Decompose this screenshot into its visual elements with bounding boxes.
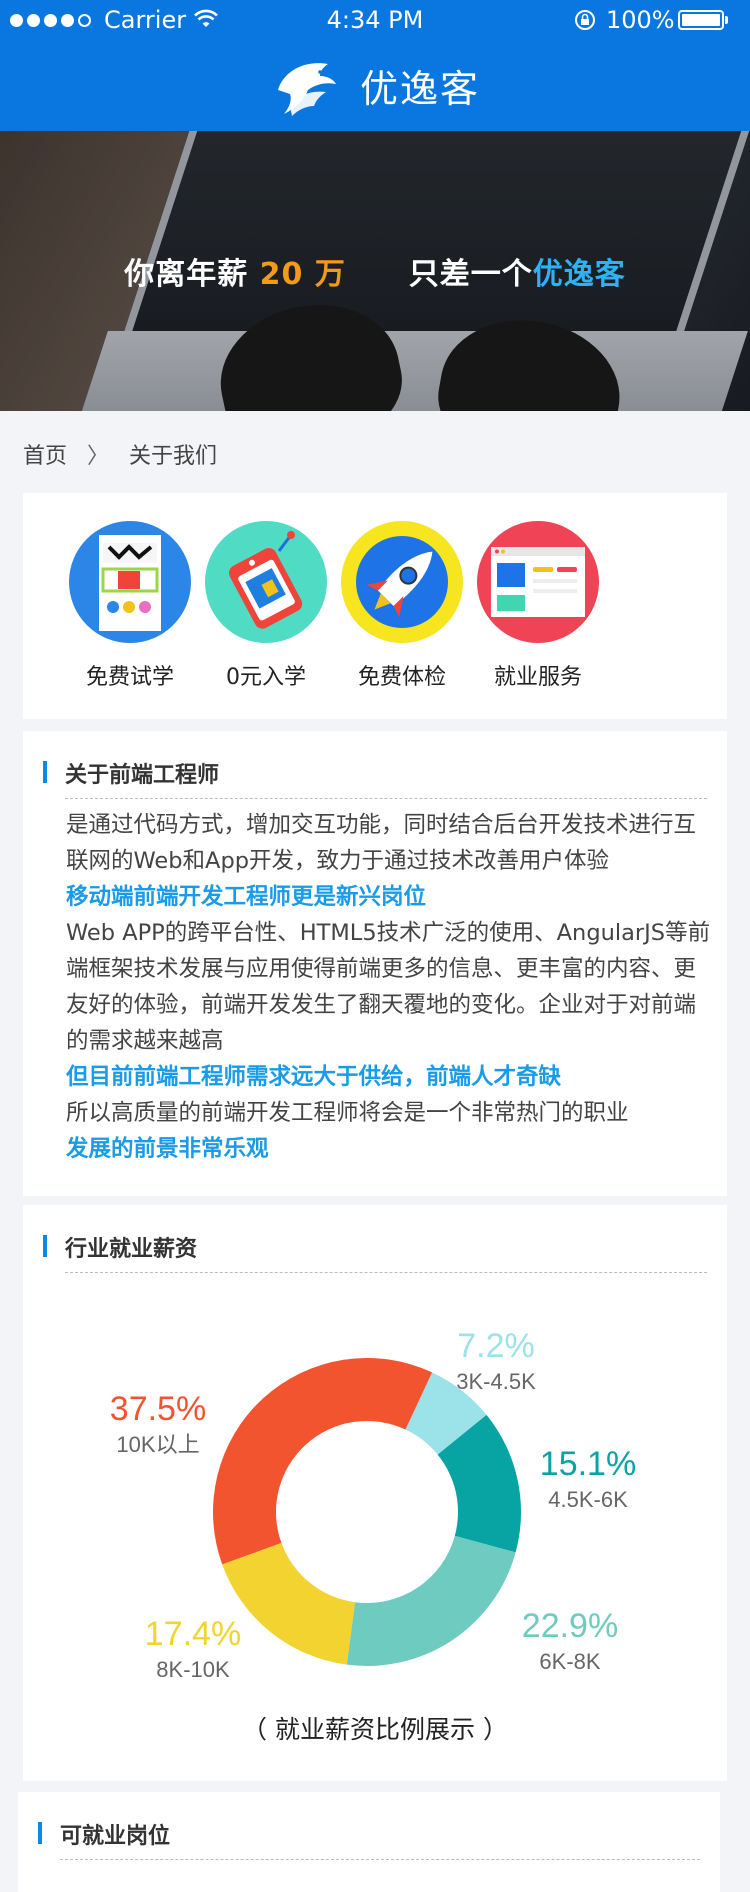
section-title: 可就业岗位 — [38, 1818, 170, 1850]
breadcrumb-separator: 〉 — [87, 444, 110, 469]
breadcrumb: 首页 〉 关于我们 — [23, 438, 217, 470]
feature-zero-entry[interactable]: 0元入学 — [196, 521, 336, 691]
slogan-part2: 只差一个 — [408, 257, 533, 292]
rocket-icon — [341, 521, 463, 643]
feature-employment[interactable]: 就业服务 — [468, 521, 608, 691]
status-bar: Carrier 4:34 PM 100% — [0, 0, 750, 40]
brand-title: 优逸客 — [360, 67, 481, 111]
slice-range-label: 4.5K-6K — [548, 1487, 628, 1512]
slice-percent-label: 22.9% — [522, 1607, 618, 1645]
feature-label: 0元入学 — [226, 665, 306, 690]
slice-range-label: 3K-4.5K — [456, 1369, 536, 1394]
dolphin-logo-icon — [278, 63, 336, 116]
feature-label: 免费试学 — [85, 665, 174, 690]
slogan-brand: 优逸客 — [532, 257, 626, 292]
section-divider — [65, 798, 707, 799]
slice-range-label: 8K-10K — [156, 1657, 230, 1682]
feature-grid: 免费试学 0元入学 免费体检 就业服务 — [23, 493, 727, 719]
slice-percent-label: 37.5% — [110, 1390, 206, 1428]
about-section: 关于前端工程师 是通过代码方式，增加交互功能，同时结合后台开发技术进行互联网的W… — [23, 731, 727, 1196]
donut-slice-10K以上 — [213, 1358, 433, 1565]
feature-label: 就业服务 — [493, 665, 582, 690]
breadcrumb-current: 关于我们 — [129, 444, 218, 469]
slice-range-label: 6K-8K — [539, 1649, 600, 1674]
slice-percent-label: 15.1% — [540, 1445, 636, 1483]
about-paragraph: 是通过代码方式，增加交互功能，同时结合后台开发技术进行互联网的Web和App开发… — [66, 812, 697, 874]
breadcrumb-home[interactable]: 首页 — [23, 438, 67, 470]
trial-icon — [69, 521, 191, 643]
positions-section: 可就业岗位 — [18, 1792, 720, 1892]
feature-free-checkup[interactable]: 免费体检 — [332, 521, 472, 691]
section-title: 关于前端工程师 — [43, 757, 219, 789]
tag-icon — [205, 521, 327, 643]
slice-percent-label: 17.4% — [145, 1615, 241, 1653]
salary-donut-chart: 7.2% 3K-4.5K 15.1% 4.5K-6K 22.9% 6K-8K 17.4% 8K… — [110, 1327, 636, 1682]
donut-slice-8K-10K — [222, 1542, 356, 1665]
feature-free-trial[interactable]: 免费试学 — [60, 521, 200, 691]
about-highlight: 发展的前景非常乐观 — [66, 1136, 269, 1162]
chart-caption: （ 就业薪资比例展示 ） — [242, 1715, 508, 1744]
about-highlight: 移动端前端开发工程师更是新兴岗位 — [66, 884, 427, 910]
orientation-lock-icon — [575, 10, 595, 30]
hero-banner: 你离年薪 20 万 只差一个优逸客 — [0, 131, 750, 411]
app-header: Carrier 4:34 PM 100% 优逸客 — [0, 0, 750, 131]
salary-section: 行业就业薪资 7.2% 3K-4.5K 15.1% 4.5K-6K 22.9% 6K-8K… — [23, 1205, 727, 1781]
slogan-part1: 你离年薪 — [124, 257, 249, 292]
slogan-salary: 20 万 — [259, 257, 346, 292]
slice-percent-label: 7.2% — [457, 1327, 535, 1365]
section-divider — [60, 1859, 700, 1860]
slice-range-label: 10K以上 — [116, 1432, 199, 1457]
about-highlight: 但目前前端工程师需求远大于供给，前端人才奇缺 — [66, 1064, 562, 1090]
about-paragraph: 所以高质量的前端开发工程师将会是一个非常热门的职业 — [66, 1100, 629, 1126]
browser-icon — [477, 521, 599, 643]
battery-icon — [678, 10, 728, 30]
donut-slice-6K-8K — [346, 1535, 516, 1666]
battery-percent: 100% — [606, 6, 675, 34]
about-paragraph: Web APP的跨平台性、HTML5技术广泛的使用、AngularJS等前端框架… — [66, 920, 711, 1054]
feature-label: 免费体检 — [357, 665, 446, 690]
banner-slogan: 你离年薪 20 万 只差一个优逸客 — [0, 249, 750, 293]
about-body: 是通过代码方式，增加交互功能，同时结合后台开发技术进行互联网的Web和App开发… — [66, 807, 711, 1167]
